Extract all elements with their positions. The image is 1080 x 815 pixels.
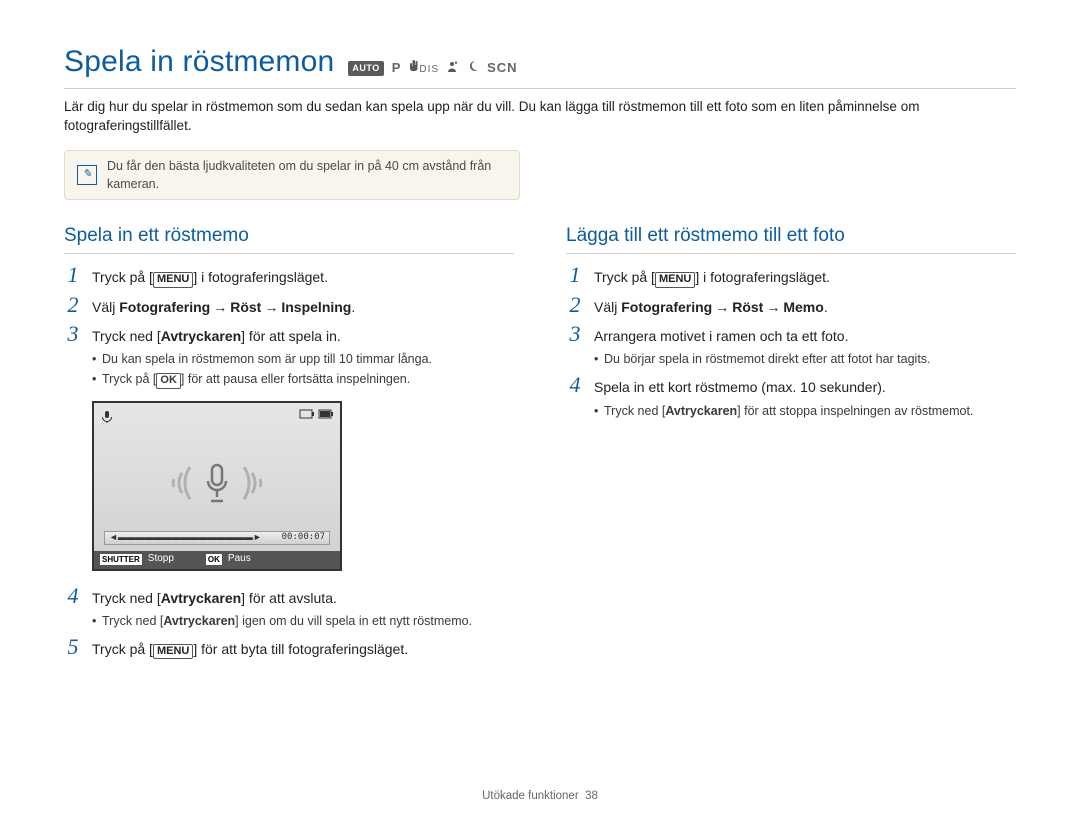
list-item: Du börjar spela in röstmemot direkt efte… xyxy=(594,350,1016,368)
menu-key: MENU xyxy=(153,644,193,659)
card-icon xyxy=(299,409,315,419)
shutter-tag: SHUTTER xyxy=(100,554,142,566)
mode-dis-label: DIS xyxy=(409,60,439,78)
step-body: Spela in ett kort röstmemo (max. 10 seku… xyxy=(594,374,886,397)
step-body: Välj Fotografering→Röst→Memo. xyxy=(594,294,828,317)
page-title: Spela in röstmemon xyxy=(64,40,334,84)
menu-key: MENU xyxy=(153,272,193,287)
step-body: Tryck på [MENU] i fotograferingsläget. xyxy=(594,264,830,287)
left-step-5: 5 Tryck på [MENU] för att byta till foto… xyxy=(64,636,514,659)
step-number: 3 xyxy=(64,323,82,345)
menu-key: MENU xyxy=(655,272,695,287)
step-body: Tryck på [MENU] i fotograferingsläget. xyxy=(92,264,328,287)
battery-icon xyxy=(318,409,334,419)
info-icon: ✎ xyxy=(77,165,97,185)
step-number: 3 xyxy=(566,323,584,345)
footer-page-number: 38 xyxy=(585,790,598,802)
hand-icon xyxy=(409,60,419,72)
right-step-3: 3 Arrangera motivet i ramen och ta ett f… xyxy=(566,323,1016,346)
right-step-4-sub: Tryck ned [Avtryckaren] för att stoppa i… xyxy=(566,402,1016,420)
manual-page: Spela in röstmemon AUTO P DIS SCN Lär di… xyxy=(0,0,1080,815)
right-step-2: 2 Välj Fotografering→Röst→Memo. xyxy=(566,294,1016,317)
list-item: Du kan spela in röstmemon som är upp til… xyxy=(92,350,514,368)
mode-night-icon xyxy=(467,59,479,78)
mode-person-icon xyxy=(447,59,459,78)
ok-tag: OK xyxy=(206,554,222,566)
lcd-progress-bar: ◄▬▬▬▬▬▬▬▬▬▬▬▬▬▬▬► 00:00:07 xyxy=(104,531,330,545)
right-step-1: 1 Tryck på [MENU] i fotograferingsläget. xyxy=(566,264,1016,287)
title-rule xyxy=(64,88,1016,89)
lcd-timer: 00:00:07 xyxy=(282,531,325,544)
left-step-4-sub: Tryck ned [Avtryckaren] igen om du vill … xyxy=(64,612,514,630)
step-body: Tryck ned [Avtryckaren] för att avsluta. xyxy=(92,585,337,608)
mode-p-label: P xyxy=(392,59,402,78)
tip-text: Du får den bästa ljudkvaliteten om du sp… xyxy=(107,157,507,193)
step-body: Tryck ned [Avtryckaren] för att spela in… xyxy=(92,323,341,346)
tip-callout: ✎ Du får den bästa ljudkvaliteten om du … xyxy=(64,150,520,200)
right-column: Lägga till ett röstmemo till ett foto 1 … xyxy=(566,222,1016,663)
step-number: 5 xyxy=(64,636,82,658)
left-step-4: 4 Tryck ned [Avtryckaren] för att avslut… xyxy=(64,585,514,608)
right-heading: Lägga till ett röstmemo till ett foto xyxy=(566,222,1016,250)
columns: Spela in ett röstmemo 1 Tryck på [MENU] … xyxy=(64,222,1016,663)
step-number: 4 xyxy=(566,374,584,396)
progress-track-icon: ◄▬▬▬▬▬▬▬▬▬▬▬▬▬▬▬► xyxy=(109,531,262,544)
sound-wave-right-icon xyxy=(240,461,270,505)
lcd-stop-label: Stopp xyxy=(148,552,174,567)
camera-lcd-illustration: ◄▬▬▬▬▬▬▬▬▬▬▬▬▬▬▬► 00:00:07 SHUTTER Stopp… xyxy=(92,401,342,571)
step-body: Välj Fotografering→Röst→Inspelning. xyxy=(92,294,355,317)
mode-scn-label: SCN xyxy=(487,59,517,78)
list-item: Tryck ned [Avtryckaren] igen om du vill … xyxy=(92,612,514,630)
mode-icons: AUTO P DIS SCN xyxy=(348,59,517,78)
lcd-bottom-bar: SHUTTER Stopp OK Paus xyxy=(94,551,340,569)
page-footer: Utökade funktioner 38 xyxy=(0,788,1080,805)
mode-auto-badge: AUTO xyxy=(348,61,383,76)
step-number: 1 xyxy=(64,264,82,286)
list-item: Tryck på [OK] för att pausa eller fortsä… xyxy=(92,370,514,388)
step-number: 2 xyxy=(566,294,584,316)
lcd-top-bar xyxy=(100,409,334,425)
left-step-2: 2 Välj Fotografering→Röst→Inspelning. xyxy=(64,294,514,317)
list-item: Tryck ned [Avtryckaren] för att stoppa i… xyxy=(594,402,1016,420)
right-step-3-sub: Du börjar spela in röstmemot direkt efte… xyxy=(566,350,1016,368)
title-row: Spela in röstmemon AUTO P DIS SCN xyxy=(64,40,1016,84)
step-number: 1 xyxy=(566,264,584,286)
step-number: 4 xyxy=(64,585,82,607)
microphone-icon xyxy=(100,410,114,424)
right-step-4: 4 Spela in ett kort röstmemo (max. 10 se… xyxy=(566,374,1016,397)
left-column: Spela in ett röstmemo 1 Tryck på [MENU] … xyxy=(64,222,514,663)
step-body: Tryck på [MENU] för att byta till fotogr… xyxy=(92,636,408,659)
ok-key: OK xyxy=(156,373,181,388)
lcd-center xyxy=(94,437,340,529)
intro-text: Lär dig hur du spelar in röstmemon som d… xyxy=(64,97,1016,136)
footer-section: Utökade funktioner xyxy=(482,790,579,802)
moon-icon xyxy=(467,60,479,72)
left-step-3: 3 Tryck ned [Avtryckaren] för att spela … xyxy=(64,323,514,346)
right-rule xyxy=(566,253,1016,254)
left-step-3-sub: Du kan spela in röstmemon som är upp til… xyxy=(64,350,514,388)
left-rule xyxy=(64,253,514,254)
sound-wave-left-icon xyxy=(164,461,194,505)
microphone-large-icon xyxy=(202,461,232,505)
left-step-1: 1 Tryck på [MENU] i fotograferingsläget. xyxy=(64,264,514,287)
step-number: 2 xyxy=(64,294,82,316)
left-heading: Spela in ett röstmemo xyxy=(64,222,514,250)
step-body: Arrangera motivet i ramen och ta ett fot… xyxy=(594,323,848,346)
lcd-pause-label: Paus xyxy=(228,552,251,567)
lcd-battery-icons xyxy=(299,409,334,425)
person-star-icon xyxy=(447,60,459,72)
